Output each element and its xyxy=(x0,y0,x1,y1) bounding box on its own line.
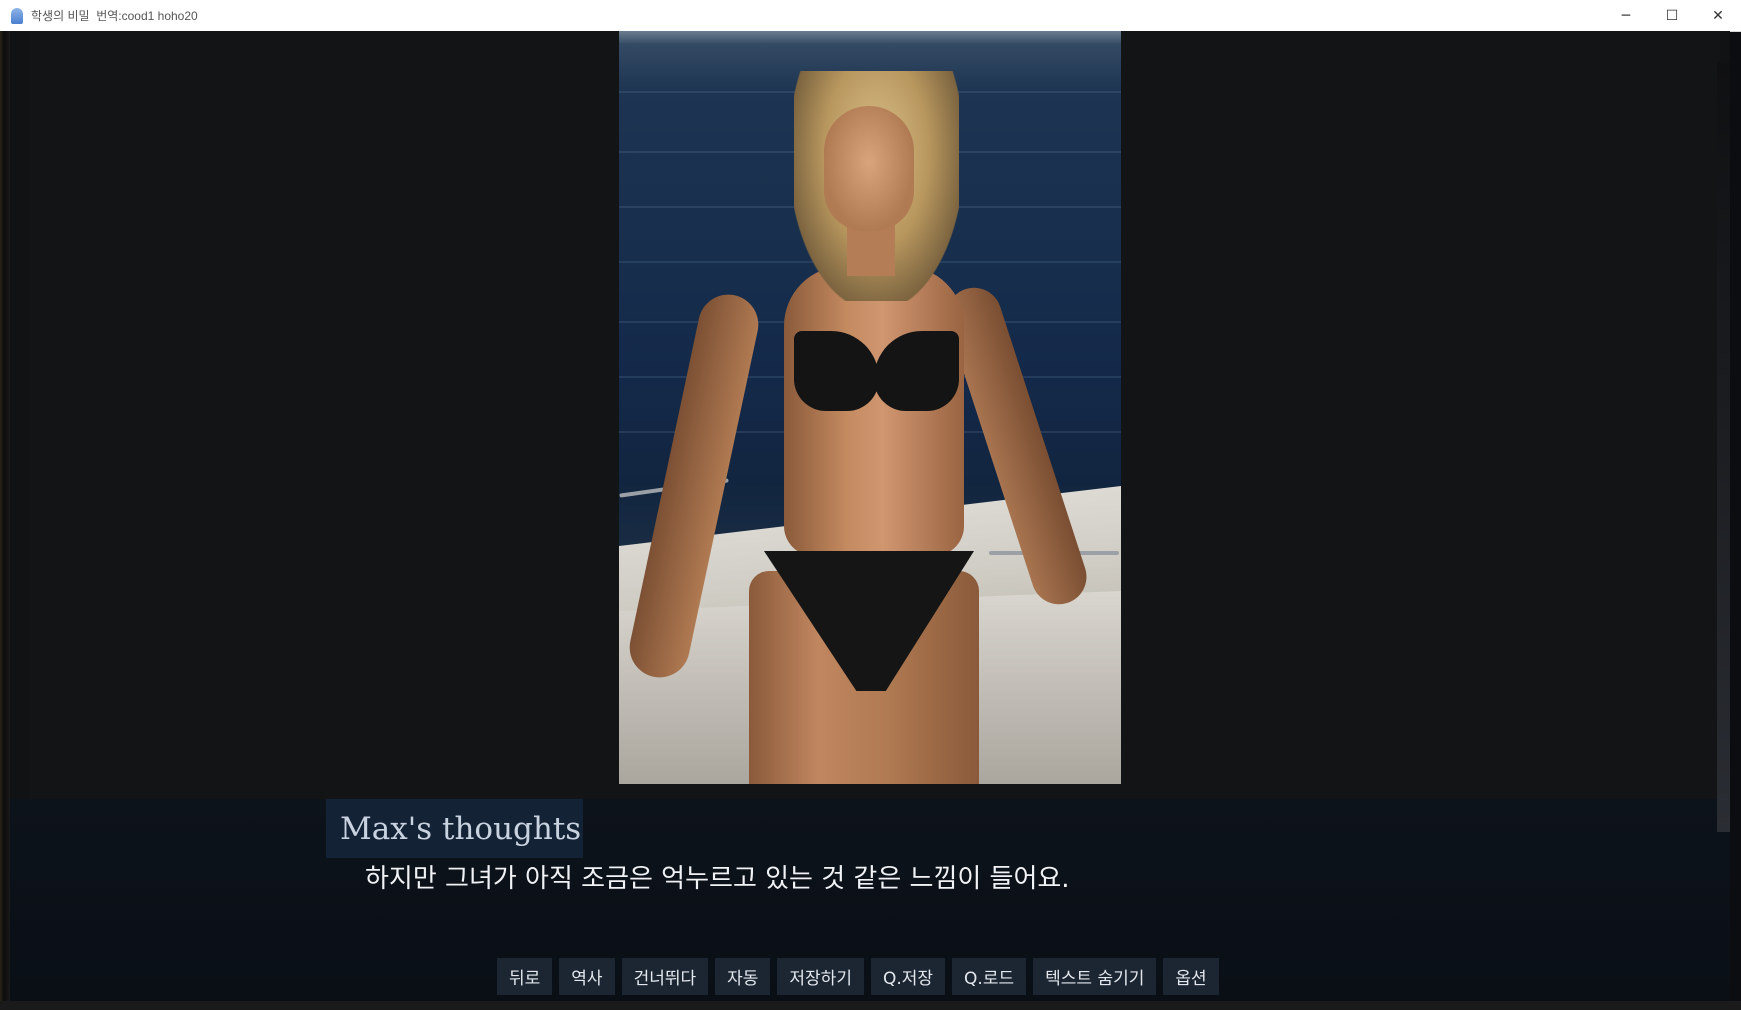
window-controls: ─ ☐ ✕ xyxy=(1603,0,1741,31)
minimize-button[interactable]: ─ xyxy=(1603,0,1649,31)
history-button[interactable]: 역사 xyxy=(559,958,615,995)
speaker-namebox: Max's thoughts xyxy=(326,799,583,858)
quick-save-button[interactable]: Q.저장 xyxy=(870,958,946,995)
figure-torso xyxy=(784,266,964,556)
back-button[interactable]: 뒤로 xyxy=(497,958,553,995)
close-button[interactable]: ✕ xyxy=(1695,0,1741,31)
dialogue-text: 하지만 그녀가 아직 조금은 억누르고 있는 것 같은 느낌이 들어요. xyxy=(365,864,1070,894)
auto-button[interactable]: 자동 xyxy=(715,958,771,995)
figure-face xyxy=(824,106,914,231)
quick-load-button[interactable]: Q.로드 xyxy=(952,958,1027,995)
window-bottom-border xyxy=(0,1001,1741,1010)
maximize-button[interactable]: ☐ xyxy=(1649,0,1695,31)
speaker-name: Max's thoughts xyxy=(340,810,582,847)
game-viewport[interactable]: Max's thoughts 하지만 그녀가 아직 조금은 억누르고 있는 것 … xyxy=(10,31,1730,1001)
window-title-bar[interactable]: 학생의 비밀 번역:cood1 hoho20 ─ ☐ ✕ xyxy=(0,0,1741,32)
window-title: 학생의 비밀 번역:cood1 hoho20 xyxy=(31,9,198,23)
hide-text-button[interactable]: 텍스트 숨기기 xyxy=(1033,958,1157,995)
scene-image xyxy=(619,31,1121,784)
window-left-border xyxy=(0,31,10,1010)
horizon xyxy=(619,31,1121,43)
scene-right-edge xyxy=(1717,62,1730,832)
skip-button[interactable]: 건너뛰다 xyxy=(621,958,709,995)
app-icon xyxy=(11,7,23,24)
dialogue-box[interactable]: Max's thoughts 하지만 그녀가 아직 조금은 억누르고 있는 것 … xyxy=(10,799,1730,1001)
quick-menu: 뒤로 역사 건너뛰다 자동 저장하기 Q.저장 Q.로드 텍스트 숨기기 옵션 xyxy=(497,958,1219,995)
save-button[interactable]: 저장하기 xyxy=(777,958,864,995)
options-button[interactable]: 옵션 xyxy=(1163,958,1219,995)
